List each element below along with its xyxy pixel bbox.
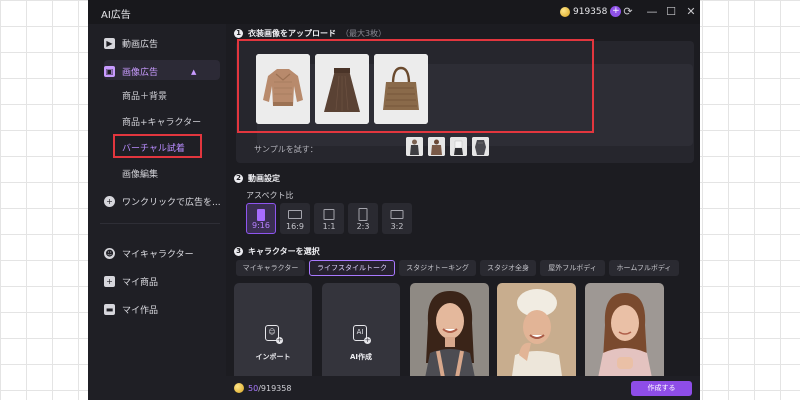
- sidebar-item-my-products[interactable]: + マイ商品: [104, 275, 158, 288]
- sidebar-item-label: マイ商品: [122, 278, 159, 288]
- create-button[interactable]: 作成する: [631, 381, 692, 396]
- title-bar: AI広告 919358 + ⟳ — ☐ ✕: [88, 0, 700, 24]
- plus-icon: +: [104, 196, 115, 207]
- aspect-label: 3:2: [390, 222, 404, 231]
- landscape-shape-icon: [390, 210, 404, 219]
- square-shape-icon: [323, 209, 335, 220]
- upload-limit: （最大3枚）: [341, 29, 387, 38]
- step-number: 3: [234, 247, 243, 256]
- section-title: 動画設定: [248, 174, 280, 183]
- character-portrait-3[interactable]: [585, 283, 664, 383]
- main-panel: 1 衣装画像をアップロード （最大3枚） サンプルを試す： 2 動画設定 アスペ…: [226, 24, 700, 383]
- refresh-icon[interactable]: ⟳: [621, 5, 635, 19]
- tab-studio-talking[interactable]: スタジオトーキング: [399, 260, 476, 276]
- sample-label: サンプルを試す：: [254, 145, 318, 154]
- sample-thumb-2[interactable]: [428, 137, 445, 156]
- step-number: 2: [234, 174, 243, 183]
- aspect-option-2-3[interactable]: 2:3: [348, 203, 378, 234]
- sidebar-item-label: マイ作品: [122, 306, 159, 316]
- highlight-box: [237, 39, 594, 133]
- video-icon: ▶: [104, 38, 115, 49]
- chevron-up-icon: ▲: [191, 67, 197, 76]
- close-icon[interactable]: ✕: [684, 5, 698, 19]
- tab-outdoor-full-body[interactable]: 屋外フルボディ: [540, 260, 605, 276]
- aspect-label: 16:9: [286, 222, 304, 231]
- aspect-option-3-2[interactable]: 3:2: [382, 203, 412, 234]
- character-portrait-1[interactable]: [410, 283, 489, 383]
- divider: [100, 223, 220, 224]
- credits-total: /919358: [258, 383, 292, 393]
- maximize-icon[interactable]: ☐: [664, 5, 678, 19]
- aspect-label: 2:3: [356, 222, 370, 231]
- highlight-box: [113, 134, 202, 158]
- credits-usage: 50/919358: [234, 383, 291, 393]
- aspect-option-1-1[interactable]: 1:1: [314, 203, 344, 234]
- add-credits-button[interactable]: +: [610, 6, 622, 17]
- import-character-card[interactable]: ☺ + インポート: [234, 283, 312, 383]
- balance-value: 919358: [573, 6, 608, 17]
- section-title: キャラクターを選択: [248, 247, 320, 256]
- aspect-option-16-9[interactable]: 16:9: [280, 203, 310, 234]
- import-icon: ☺ +: [265, 325, 283, 344]
- portrait-shape-icon: [257, 209, 265, 221]
- sidebar-sub-product-background[interactable]: 商品＋背景: [122, 89, 167, 102]
- sample-thumb-3[interactable]: [450, 137, 467, 156]
- portrait-shape-icon: [358, 208, 368, 221]
- sample-thumb-4[interactable]: [472, 137, 489, 156]
- sidebar-item-my-characters[interactable]: ☻ マイキャラクター: [104, 247, 194, 260]
- aspect-option-9-16[interactable]: 9:16: [246, 203, 276, 234]
- ai-create-label: AI作成: [349, 353, 373, 361]
- step1-title: 1 衣装画像をアップロード （最大3枚）: [234, 28, 386, 39]
- sidebar-item-label: マイキャラクター: [122, 250, 194, 260]
- app-title: AI広告: [101, 10, 131, 21]
- tab-lifestyle-talk[interactable]: ライフスタイルトーク: [309, 260, 395, 276]
- character-portrait-2[interactable]: [497, 283, 576, 383]
- ai-icon-text: AI: [356, 328, 364, 336]
- step2-title: 2 動画設定: [234, 173, 280, 184]
- step3-title: 3 キャラクターを選択: [234, 246, 320, 257]
- tab-studio-full-body[interactable]: スタジオ全身: [480, 260, 536, 276]
- aspect-ratio-label: アスペクト比: [246, 191, 294, 200]
- sidebar-item-label: 動画広告: [122, 40, 159, 50]
- ai-create-character-card[interactable]: AI + AI作成: [322, 283, 400, 383]
- sidebar: ▶ 動画広告 ▣ 画像広告 ▲ 商品＋背景 商品+キャラクター バーチャル試着 …: [88, 24, 226, 400]
- sidebar-item-video-ad[interactable]: ▶ 動画広告: [104, 37, 158, 50]
- coin-icon: [234, 383, 244, 393]
- aspect-label: 1:1: [322, 222, 336, 231]
- sidebar-item-image-ad[interactable]: ▣ 画像広告 ▲: [104, 65, 196, 78]
- coin-icon: [560, 6, 570, 17]
- sidebar-sub-image-edit[interactable]: 画像編集: [122, 167, 158, 180]
- ai-create-icon: AI +: [353, 325, 371, 344]
- sidebar-sub-product-character[interactable]: 商品+キャラクター: [122, 115, 201, 128]
- section-title: 衣装画像をアップロード: [248, 29, 336, 38]
- tab-my-characters[interactable]: マイキャラクター: [236, 260, 305, 276]
- folder-icon: ▬: [104, 304, 115, 315]
- bottom-bar: 50/919358 作成する: [226, 376, 700, 400]
- tab-home-full-body[interactable]: ホームフルボディ: [609, 260, 679, 276]
- aspect-label: 9:16: [252, 221, 270, 230]
- sidebar-item-label: 画像広告: [122, 68, 159, 78]
- sample-thumb-1[interactable]: [406, 137, 423, 156]
- step-number: 1: [234, 29, 243, 38]
- sidebar-item-my-works[interactable]: ▬ マイ作品: [104, 303, 158, 316]
- bag-icon: +: [104, 276, 115, 287]
- users-icon: ☻: [104, 248, 115, 259]
- image-icon: ▣: [104, 66, 115, 77]
- credits-used: 50: [248, 383, 259, 393]
- balance-indicator: 919358 +: [560, 6, 622, 17]
- minimize-icon[interactable]: —: [645, 5, 659, 19]
- sidebar-item-one-click[interactable]: + ワンクリックで広告を...: [104, 195, 221, 208]
- app-window: AI広告 919358 + ⟳ — ☐ ✕ ▶ 動画広告 ▣ 画像広告 ▲ 商品…: [88, 0, 700, 400]
- landscape-shape-icon: [288, 210, 302, 219]
- import-label: インポート: [255, 353, 291, 361]
- sidebar-item-label: ワンクリックで広告を...: [122, 198, 221, 208]
